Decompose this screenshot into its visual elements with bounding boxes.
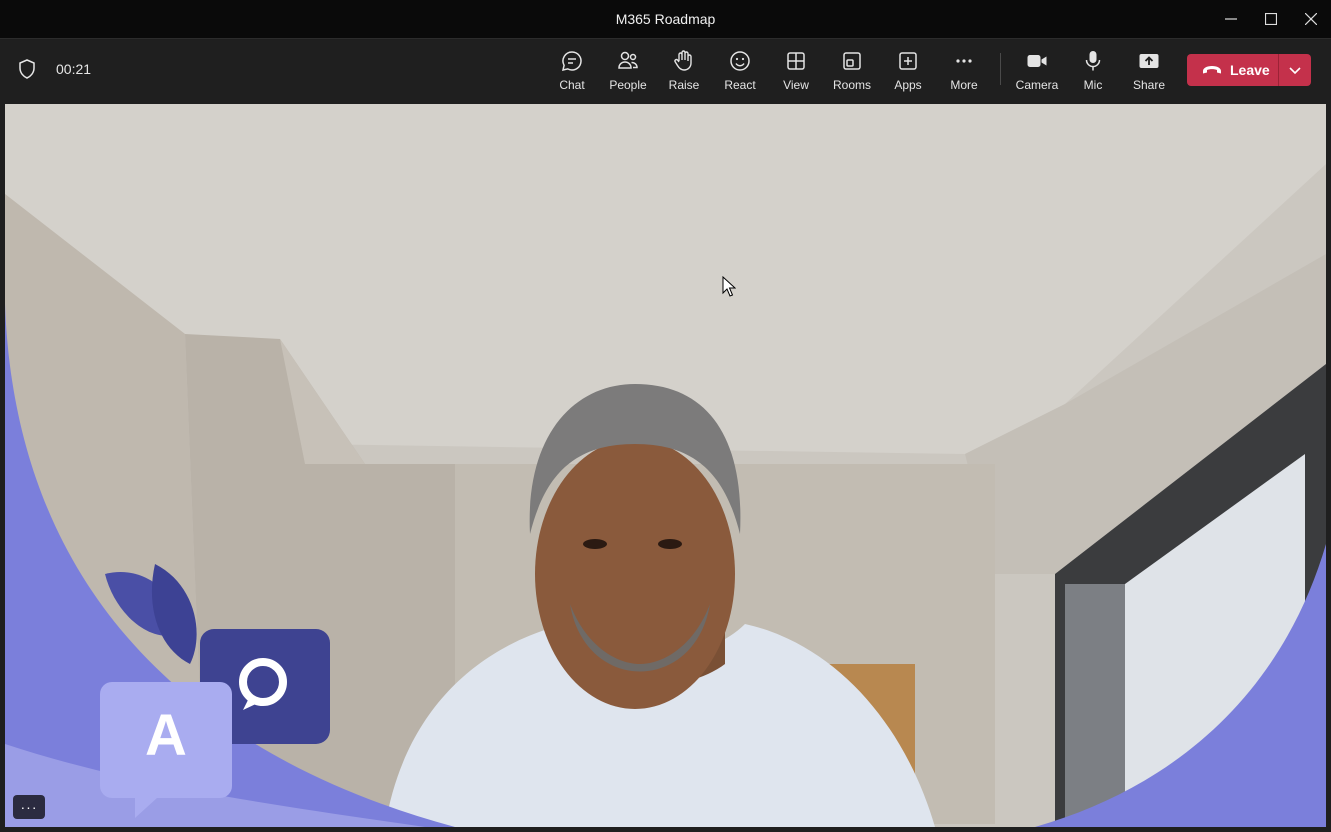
grid-icon xyxy=(787,52,805,70)
shield-icon[interactable] xyxy=(18,59,36,79)
leave-options-button[interactable] xyxy=(1279,54,1311,86)
video-stage[interactable]: A xyxy=(5,104,1326,827)
raise-button[interactable]: Raise xyxy=(656,49,712,95)
window-title: M365 Roadmap xyxy=(615,11,716,27)
rooms-label: Rooms xyxy=(832,78,871,92)
close-button[interactable] xyxy=(1291,0,1331,38)
maximize-button[interactable] xyxy=(1251,0,1291,38)
smiley-icon xyxy=(730,51,750,71)
share-button[interactable]: Share xyxy=(1121,49,1177,95)
minimize-button[interactable] xyxy=(1211,0,1251,38)
more-label: More xyxy=(950,78,978,92)
rooms-icon xyxy=(843,52,861,70)
rooms-button[interactable]: Rooms xyxy=(824,49,880,95)
chat-icon xyxy=(561,51,582,72)
raise-label: Raise xyxy=(668,78,700,92)
title-bar: M365 Roadmap xyxy=(0,0,1331,38)
camera-label: Camera xyxy=(1015,78,1059,92)
chat-label: Chat xyxy=(559,78,585,92)
background-letter: A xyxy=(145,703,187,768)
plus-square-icon xyxy=(899,52,917,70)
minimize-icon xyxy=(1225,18,1237,20)
react-button[interactable]: React xyxy=(712,49,768,95)
people-icon xyxy=(618,51,638,69)
camera-button[interactable]: Camera xyxy=(1009,49,1065,95)
window-controls xyxy=(1211,0,1331,38)
meeting-toolbar: 00:21 Chat People Raise React View Rooms… xyxy=(0,38,1331,101)
mic-button[interactable]: Mic xyxy=(1065,49,1121,95)
chevron-down-icon xyxy=(1289,67,1301,75)
apps-button[interactable]: Apps xyxy=(880,49,936,95)
mic-label: Mic xyxy=(1083,78,1103,92)
maximize-icon xyxy=(1265,13,1277,25)
leave-label: Leave xyxy=(1230,62,1270,78)
people-button[interactable]: People xyxy=(600,49,656,95)
view-button[interactable]: View xyxy=(768,49,824,95)
react-label: React xyxy=(724,78,756,92)
call-timer: 00:21 xyxy=(56,61,92,77)
more-button[interactable]: More xyxy=(936,49,992,95)
view-label: View xyxy=(783,78,809,92)
toolbar-divider xyxy=(1000,53,1001,85)
chat-button[interactable]: Chat xyxy=(544,49,600,95)
hand-icon xyxy=(674,50,692,71)
video-more-options-button[interactable]: ··· xyxy=(13,795,45,819)
close-icon xyxy=(1305,13,1317,25)
mic-icon xyxy=(1085,51,1101,71)
mouse-pointer-icon xyxy=(722,276,736,297)
leave-button[interactable]: Leave xyxy=(1187,54,1278,86)
camera-icon xyxy=(1027,55,1047,67)
ellipsis-icon xyxy=(956,59,972,63)
share-label: Share xyxy=(1132,78,1166,92)
share-icon xyxy=(1139,54,1159,68)
more-options-label: ··· xyxy=(20,799,38,815)
people-label: People xyxy=(609,78,647,92)
leave-button-group: Leave xyxy=(1187,54,1311,86)
apps-label: Apps xyxy=(894,78,922,92)
hang-up-icon xyxy=(1203,66,1221,74)
